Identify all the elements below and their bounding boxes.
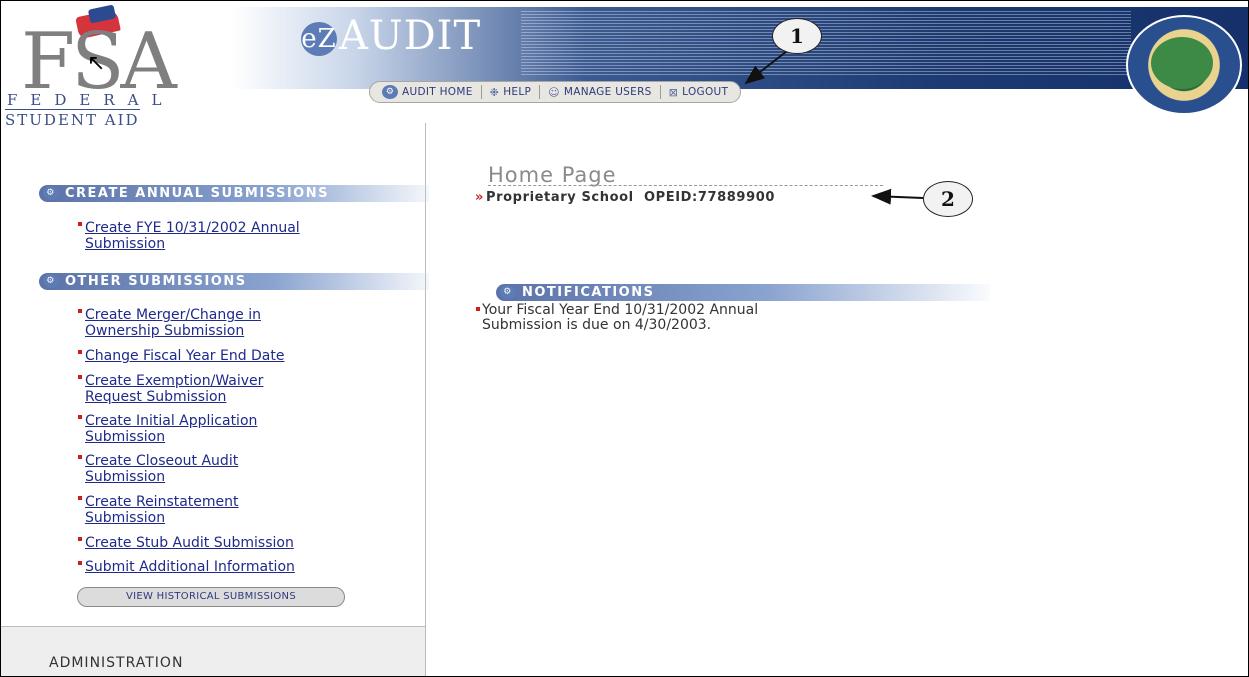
callout-1-arrow — [744, 50, 788, 85]
screenshot-frame: FSA FEDERAL STUDENT AID ↖ eZAUDIT ⚙ AUDI… — [0, 0, 1249, 677]
callout-arrows — [744, 50, 924, 205]
callout-2: 2 — [923, 181, 973, 217]
callout-1: 1 — [772, 18, 822, 54]
callout-2-arrow — [871, 188, 924, 205]
